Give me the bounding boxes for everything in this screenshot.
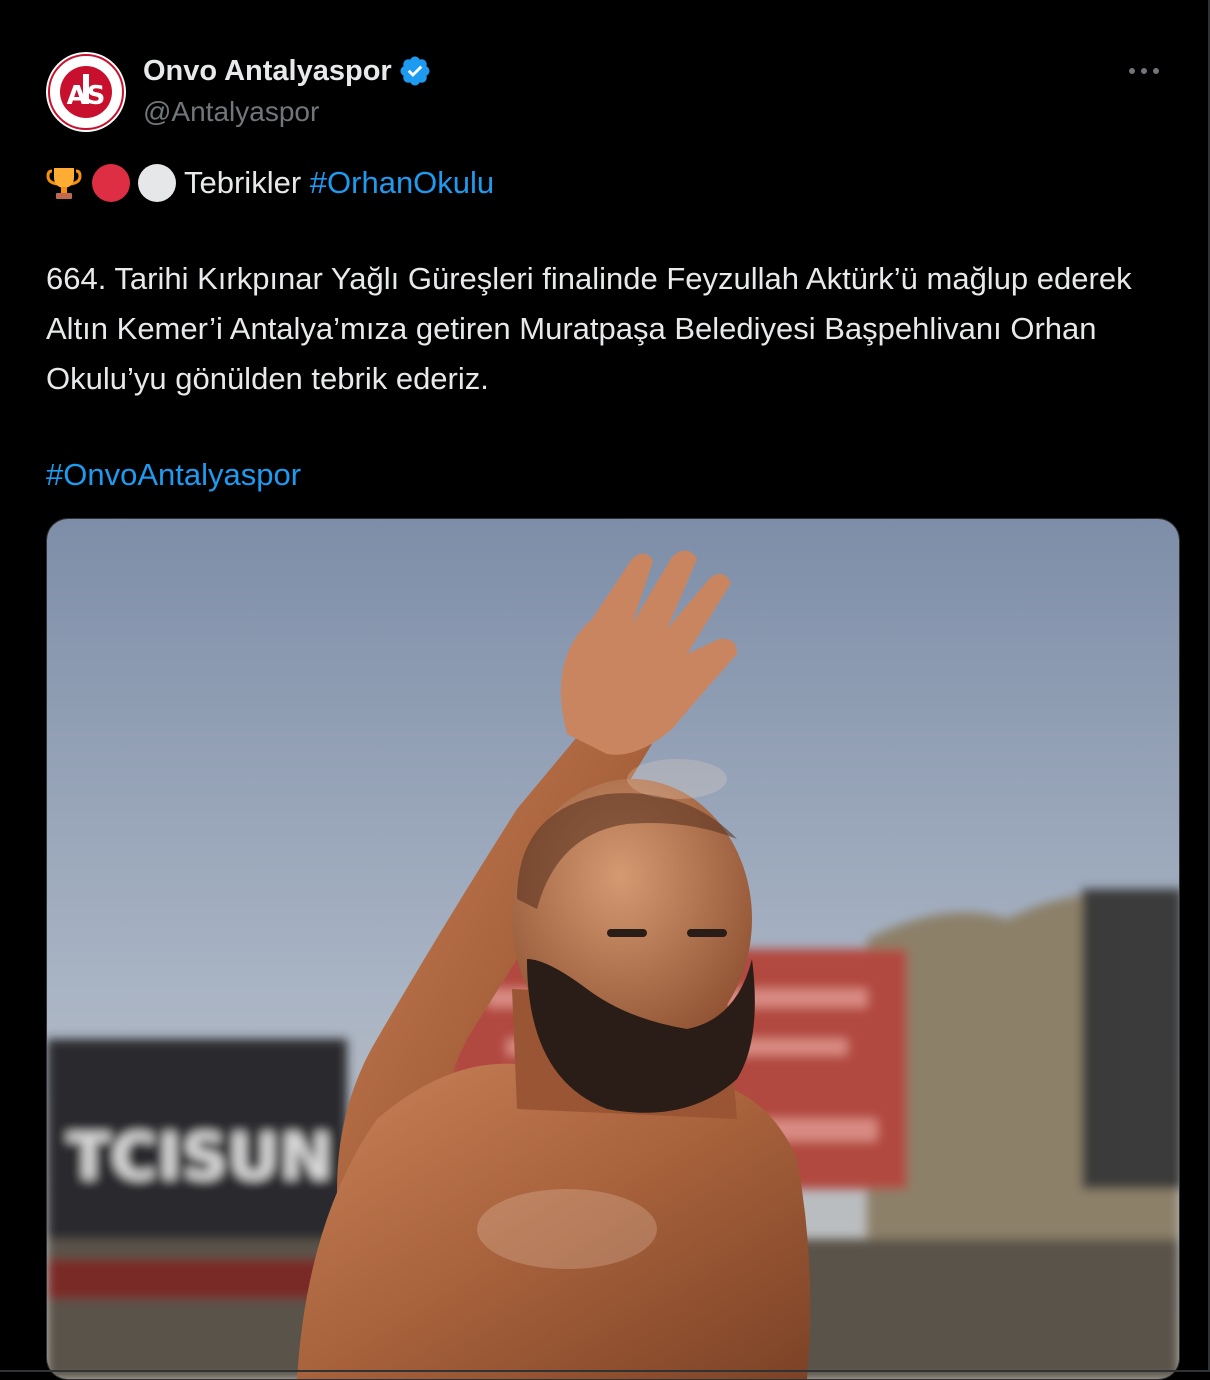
tweet-paragraph: 664. Tarihi Kırkpınar Yağlı Güreşleri fi… bbox=[46, 261, 1132, 396]
tweet-text: Tebrikler #OrhanOkulu 664. Tarihi Kırkpı… bbox=[46, 158, 1176, 500]
tweet-line-1: Tebrikler #OrhanOkulu bbox=[46, 158, 1176, 208]
more-horizontal-icon[interactable] bbox=[1124, 56, 1164, 86]
congrats-word: Tebrikler bbox=[184, 165, 302, 200]
display-name[interactable]: Onvo Antalyaspor bbox=[143, 55, 392, 88]
tweet-photo[interactable]: TCISUN bbox=[46, 518, 1180, 1380]
handle[interactable]: @Antalyaspor bbox=[143, 96, 432, 128]
tweet-header: AS Onvo Antalyaspor @Antalyaspor bbox=[46, 50, 1186, 134]
hashtag-onvoantalyaspor[interactable]: #OnvoAntalyaspor bbox=[46, 457, 301, 492]
white-circle-icon bbox=[138, 164, 176, 202]
antalyaspor-logo: AS bbox=[47, 53, 125, 131]
hashtag-orhanokulu[interactable]: #OrhanOkulu bbox=[310, 158, 494, 208]
trophy-icon bbox=[46, 165, 82, 201]
svg-text:TCISUN: TCISUN bbox=[67, 1121, 333, 1195]
avatar[interactable]: AS bbox=[46, 52, 126, 132]
author-block: Onvo Antalyaspor @Antalyaspor bbox=[143, 52, 432, 128]
verified-badge-icon bbox=[398, 54, 432, 88]
red-circle-icon bbox=[92, 164, 130, 202]
